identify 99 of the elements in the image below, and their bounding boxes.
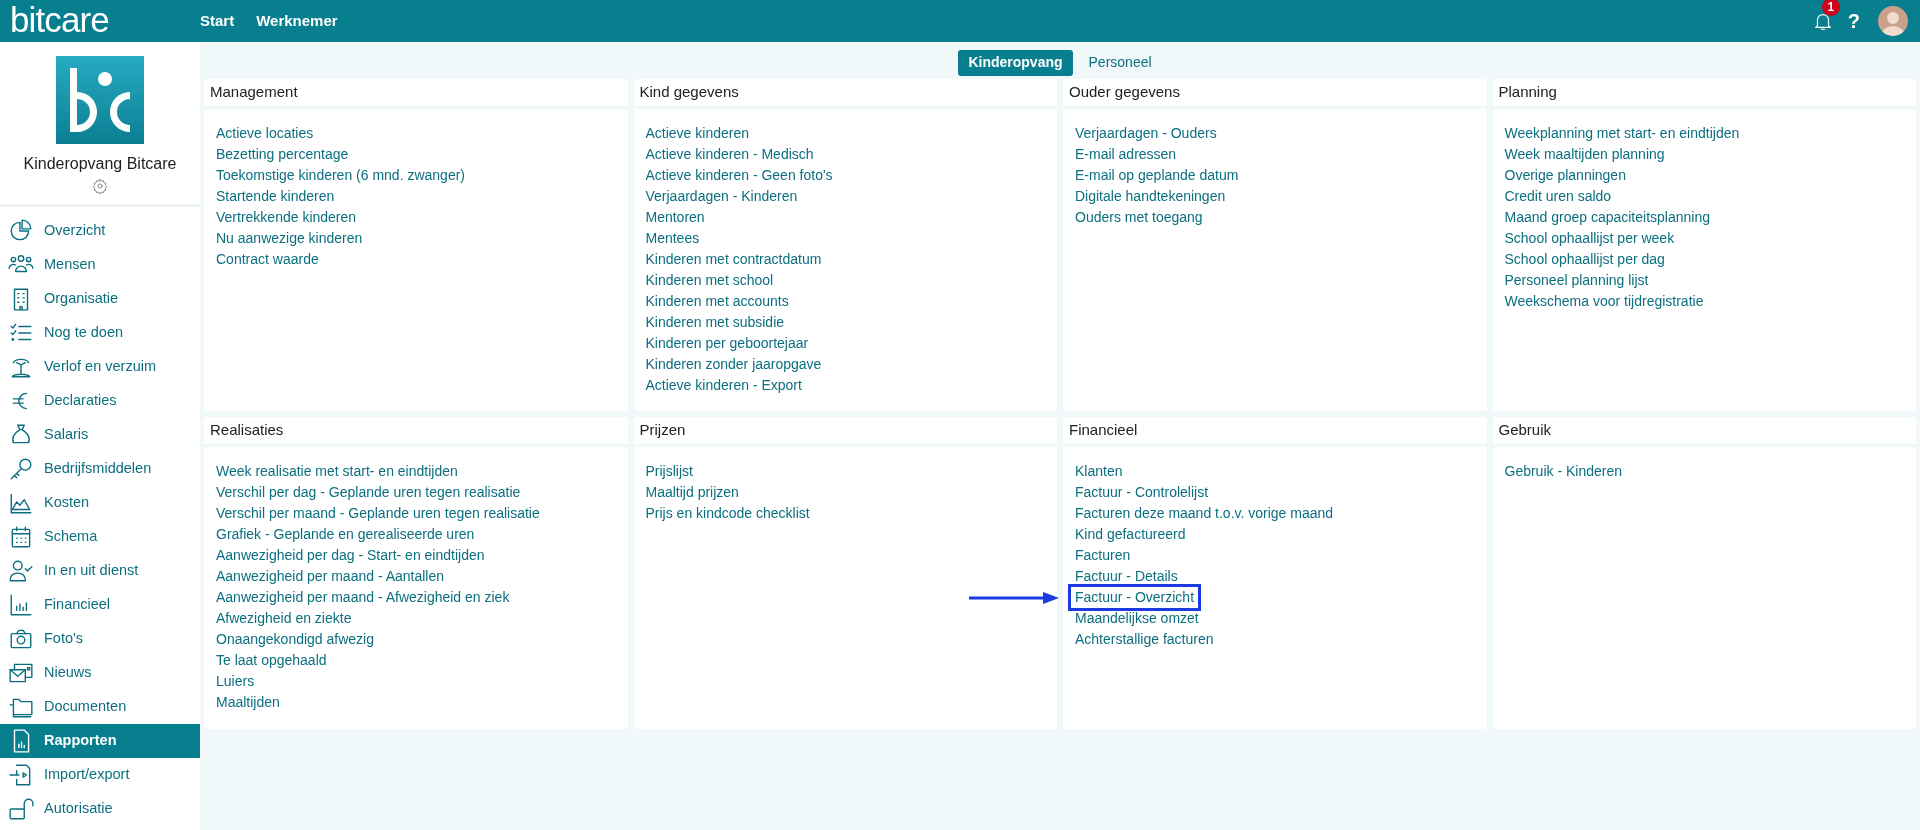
report-link[interactable]: Actieve kinderen xyxy=(645,123,749,144)
sidebar-item[interactable]: Mensen xyxy=(0,248,200,282)
report-link[interactable]: Nu aanwezige kinderen xyxy=(216,228,363,249)
sidebar-item[interactable]: Organisatie xyxy=(0,282,200,316)
sidebar-item[interactable]: Foto's xyxy=(0,622,200,656)
card-title: Realisaties xyxy=(204,417,628,447)
report-link[interactable]: Onaangekondigd afwezig xyxy=(216,629,374,650)
tab[interactable]: Personeel xyxy=(1078,49,1162,76)
card-title: Ouder gegevens xyxy=(1063,79,1487,109)
report-link[interactable]: Week realisatie met start- en eindtijden xyxy=(216,461,458,482)
card-title: Prijzen xyxy=(633,417,1057,447)
organization-name: Kinderopvang Bitcare xyxy=(23,154,177,174)
help-button[interactable]: ? xyxy=(1847,6,1860,36)
sidebar-item[interactable]: Nog te doen xyxy=(0,316,200,350)
sidebar-item[interactable]: Documenten xyxy=(0,690,200,724)
report-link[interactable]: Bezetting percentage xyxy=(216,144,349,165)
report-link[interactable]: Vertrekkende kinderen xyxy=(216,207,357,228)
report-link[interactable]: Aanwezigheid per maand - Afwezigheid en ziek xyxy=(216,587,510,608)
report-link[interactable]: Digitale handtekeningen xyxy=(1075,186,1226,207)
user-avatar[interactable] xyxy=(1878,6,1908,36)
sidebar-item[interactable]: Schema xyxy=(0,520,200,554)
sidebar-item[interactable]: Financieel xyxy=(0,588,200,622)
report-link[interactable]: Aanwezigheid per maand - Aantallen xyxy=(216,566,445,587)
nav-link[interactable]: Start xyxy=(200,9,235,33)
report-link[interactable]: Klanten xyxy=(1075,461,1123,482)
card-title: Financieel xyxy=(1063,417,1487,447)
report-link[interactable]: Facturen deze maand t.o.v. vorige maand xyxy=(1075,503,1334,524)
report-link[interactable]: Personeel planning lijst xyxy=(1504,270,1649,291)
report-link[interactable]: Kinderen met accounts xyxy=(645,291,789,312)
report-link[interactable]: Maaltijden xyxy=(216,692,280,713)
report-link[interactable]: Weekschema voor tijdregistratie xyxy=(1504,291,1704,312)
report-link[interactable]: Factuur - Controlelijst xyxy=(1075,482,1209,503)
report-link[interactable]: Te laat opgehaald xyxy=(216,650,327,671)
sidebar-item[interactable]: Salaris xyxy=(0,418,200,452)
card-title: Planning xyxy=(1492,79,1916,109)
report-link[interactable]: Kinderen met school xyxy=(645,270,774,291)
report-link[interactable]: Aanwezigheid per dag - Start- en eindtijden xyxy=(216,545,485,566)
report-link[interactable]: Maand groep capaciteitsplanning xyxy=(1504,207,1710,228)
sidebar-item[interactable]: Autorisatie xyxy=(0,792,200,826)
report-link[interactable]: Kinderen met contractdatum xyxy=(645,249,822,270)
sidebar-item[interactable]: Import/export xyxy=(0,758,200,792)
report-link[interactable]: Kind gefactureerd xyxy=(1075,524,1186,545)
report-link[interactable]: Facturen xyxy=(1075,545,1131,566)
report-link[interactable]: Actieve kinderen - Export xyxy=(645,375,802,396)
sidebar-item[interactable]: Nieuws xyxy=(0,656,200,690)
report-link[interactable]: Ouders met toegang xyxy=(1075,207,1203,228)
sidebar-item[interactable]: Kosten xyxy=(0,486,200,520)
report-link[interactable]: Verjaardagen - Ouders xyxy=(1075,123,1217,144)
report-link[interactable]: Kinderen per geboortejaar xyxy=(645,333,809,354)
person-check-icon xyxy=(8,558,34,584)
bar-chart-icon xyxy=(8,592,34,618)
report-link[interactable]: E-mail op geplande datum xyxy=(1075,165,1239,186)
report-link[interactable]: Maandelijkse omzet xyxy=(1075,608,1199,629)
report-link[interactable]: Factuur - Overzicht xyxy=(1071,587,1199,608)
report-link[interactable]: Prijslijst xyxy=(645,461,693,482)
report-link[interactable]: Verjaardagen - Kinderen xyxy=(645,186,798,207)
card-title: Gebruik xyxy=(1492,417,1916,447)
report-link[interactable]: Credit uren saldo xyxy=(1504,186,1612,207)
card-title: Kind gegevens xyxy=(633,79,1057,109)
report-link[interactable]: Contract waarde xyxy=(216,249,319,270)
report-link[interactable]: Kinderen met subsidie xyxy=(645,312,785,333)
report-link[interactable]: Actieve kinderen - Medisch xyxy=(645,144,814,165)
report-link[interactable]: School ophaallijst per week xyxy=(1504,228,1675,249)
report-link[interactable]: Toekomstige kinderen (6 mnd. zwanger) xyxy=(216,165,465,186)
sidebar-item[interactable]: Bedrijfsmiddelen xyxy=(0,452,200,486)
report-link[interactable]: Overige planningen xyxy=(1504,165,1626,186)
report-link[interactable]: Kinderen zonder jaaropgave xyxy=(645,354,822,375)
report-link[interactable]: Verschil per maand - Geplande uren tegen realisatie xyxy=(216,503,540,524)
report-link[interactable]: Startende kinderen xyxy=(216,186,335,207)
report-link[interactable]: Grafiek - Geplande en gerealiseerde uren xyxy=(216,524,475,545)
sidebar-item[interactable]: Rapporten xyxy=(0,724,200,758)
settings-icon[interactable] xyxy=(92,178,108,194)
report-link[interactable]: Luiers xyxy=(216,671,255,692)
report-link[interactable]: Factuur - Details xyxy=(1075,566,1178,587)
sidebar-item[interactable]: Verlof en verzuim xyxy=(0,350,200,384)
report-link[interactable]: Verschil per dag - Geplande uren tegen realisatie xyxy=(216,482,521,503)
report-link[interactable]: Actieve kinderen - Geen foto's xyxy=(645,165,833,186)
sidebar-item[interactable]: In en uit dienst xyxy=(0,554,200,588)
report-link[interactable]: Afwezigheid en ziekte xyxy=(216,608,352,629)
unlocked-padlock-icon xyxy=(8,796,34,822)
report-link[interactable]: Week maaltijden planning xyxy=(1504,144,1665,165)
report-link[interactable]: Mentoren xyxy=(645,207,705,228)
key-icon xyxy=(8,456,34,482)
app-logo[interactable]: bitcare xyxy=(10,1,200,37)
nav-link[interactable]: Werknemer xyxy=(256,9,338,33)
sidebar-item[interactable]: Overzicht xyxy=(0,214,200,248)
report-link[interactable]: Mentees xyxy=(645,228,700,249)
card-title: Management xyxy=(204,79,628,109)
report-link[interactable]: Actieve locaties xyxy=(216,123,314,144)
report-link[interactable]: Gebruik - Kinderen xyxy=(1504,461,1622,482)
report-link[interactable]: Prijs en kindcode checklist xyxy=(645,503,810,524)
sidebar-item[interactable]: Declaraties xyxy=(0,384,200,418)
report-link[interactable]: Maaltijd prijzen xyxy=(645,482,739,503)
report-link[interactable]: Achterstallige facturen xyxy=(1075,629,1214,650)
tab[interactable]: Kinderopvang xyxy=(958,49,1073,76)
report-link[interactable]: School ophaallijst per dag xyxy=(1504,249,1665,270)
notification-badge: 1 xyxy=(1821,0,1840,16)
report-link[interactable]: Weekplanning met start- en eindtijden xyxy=(1504,123,1740,144)
report-link[interactable]: E-mail adressen xyxy=(1075,144,1177,165)
